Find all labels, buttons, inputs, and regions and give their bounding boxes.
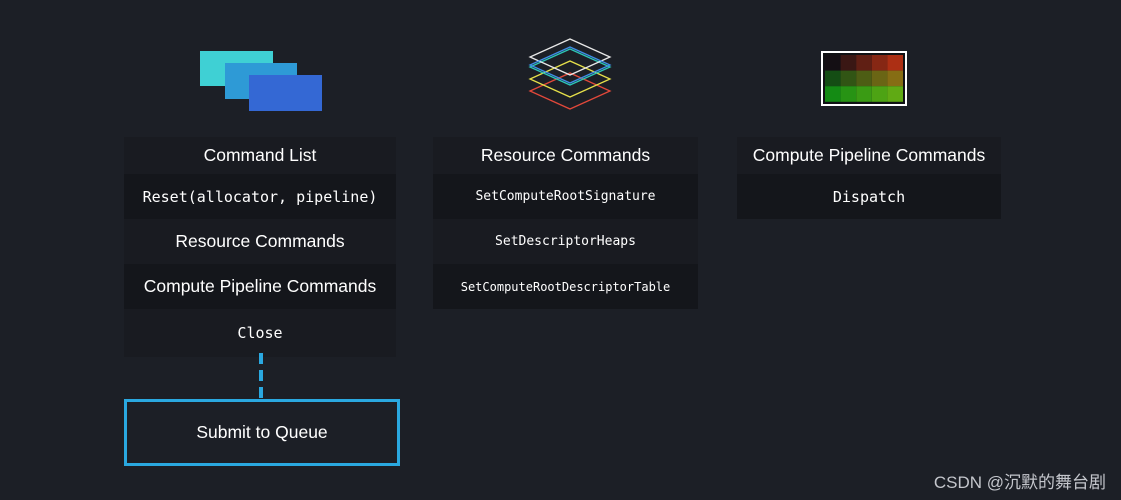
compute-pipeline-commands-header: Compute Pipeline Commands <box>737 137 1001 174</box>
resource-commands-panel: Resource Commands SetComputeRootSignatur… <box>433 137 698 309</box>
stacked-command-lists-icon <box>200 51 322 111</box>
resource-layers-icon <box>528 38 612 110</box>
compute-grid-icon <box>821 51 907 106</box>
grid-tile <box>840 86 857 102</box>
set-compute-root-signature: SetComputeRootSignature <box>433 174 698 219</box>
set-descriptor-heaps: SetDescriptorHeaps <box>433 219 698 264</box>
grid-tile <box>825 70 841 87</box>
grid-tile <box>825 86 841 102</box>
grid-tile <box>856 86 872 102</box>
grid-tile <box>871 86 888 102</box>
submit-connector <box>259 353 263 399</box>
dispatch-command: Dispatch <box>737 174 1001 219</box>
resource-commands-step: Resource Commands <box>124 219 396 264</box>
command-list-header: Command List <box>124 137 396 174</box>
grid-tile <box>840 55 857 71</box>
grid-tile <box>856 55 872 71</box>
submit-to-queue-box: Submit to Queue <box>124 399 400 466</box>
grid-tile <box>887 86 903 102</box>
grid-tile <box>871 55 888 71</box>
command-list-panel: Command List Reset(allocator, pipeline) … <box>124 137 396 357</box>
watermark: CSDN @沉默的舞台剧 <box>933 473 1106 492</box>
reset-command: Reset(allocator, pipeline) <box>124 174 396 219</box>
grid-tile <box>840 70 857 87</box>
resource-commands-header: Resource Commands <box>433 137 698 174</box>
grid-tile <box>887 70 903 87</box>
grid-tile <box>856 70 872 87</box>
grid-tile <box>887 55 903 71</box>
compute-pipeline-commands-step: Compute Pipeline Commands <box>124 264 396 309</box>
close-command: Close <box>124 309 396 357</box>
grid-tile <box>871 70 888 87</box>
grid-tile <box>825 55 841 71</box>
compute-pipeline-commands-panel: Compute Pipeline Commands Dispatch <box>737 137 1001 219</box>
set-compute-root-descriptor-table: SetComputeRootDescriptorTable <box>433 264 698 309</box>
